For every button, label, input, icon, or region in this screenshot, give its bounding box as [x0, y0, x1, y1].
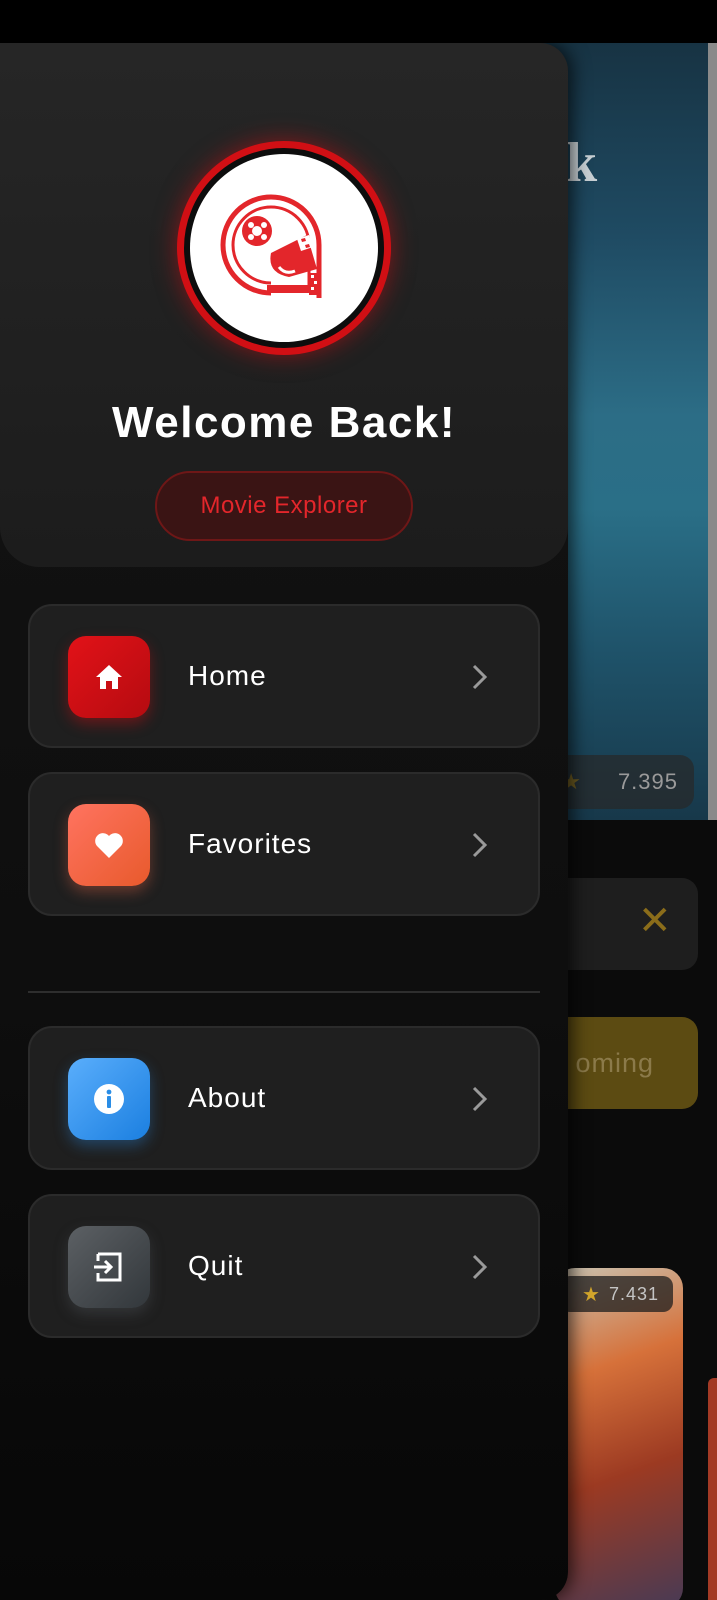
menu-item-favorites[interactable]: Favorites: [28, 772, 540, 916]
hero-rating-badge: ★ 7.395: [548, 755, 694, 809]
movie-card-rating-value: 7.431: [608, 1283, 659, 1304]
hero-rating-value: 7.395: [617, 769, 678, 794]
info-icon: [68, 1058, 150, 1140]
navigation-drawer: Welcome Back! Movie Explorer Home Favori…: [0, 43, 568, 1600]
hero-title-fragment: k: [566, 132, 598, 194]
logout-icon: [68, 1226, 150, 1308]
drawer-header: Welcome Back! Movie Explorer: [0, 43, 568, 567]
chevron-right-icon: [472, 1254, 488, 1280]
app-name-badge: Movie Explorer: [155, 471, 413, 541]
menu-item-about[interactable]: About: [28, 1026, 540, 1170]
menu-item-label: Favorites: [188, 828, 313, 859]
chevron-right-icon: [472, 832, 488, 858]
welcome-heading: Welcome Back!: [112, 398, 456, 447]
heart-icon: [68, 804, 150, 886]
star-icon: ★: [582, 1283, 601, 1306]
menu-item-home[interactable]: Home: [28, 604, 540, 748]
movie-card-rating: ★ 7.431: [560, 1276, 673, 1312]
close-icon[interactable]: ✕: [638, 901, 672, 941]
menu-item-label: Quit: [188, 1250, 244, 1281]
menu-item-quit[interactable]: Quit: [28, 1194, 540, 1338]
movie-game-logo-icon: [220, 194, 322, 298]
chevron-right-icon: [472, 664, 488, 690]
movie-card[interactable]: [555, 1268, 683, 1600]
category-chip-label: oming: [575, 1047, 654, 1078]
menu-divider: [28, 991, 540, 993]
chevron-right-icon: [472, 1086, 488, 1112]
app-logo: [177, 141, 391, 355]
home-icon: [68, 636, 150, 718]
menu-item-label: Home: [188, 660, 267, 691]
hero-scrollbar: [708, 43, 717, 820]
menu-item-label: About: [188, 1082, 267, 1113]
status-bar: [0, 0, 717, 43]
movie-card-next[interactable]: [708, 1378, 717, 1600]
logo-badge: [190, 154, 378, 342]
